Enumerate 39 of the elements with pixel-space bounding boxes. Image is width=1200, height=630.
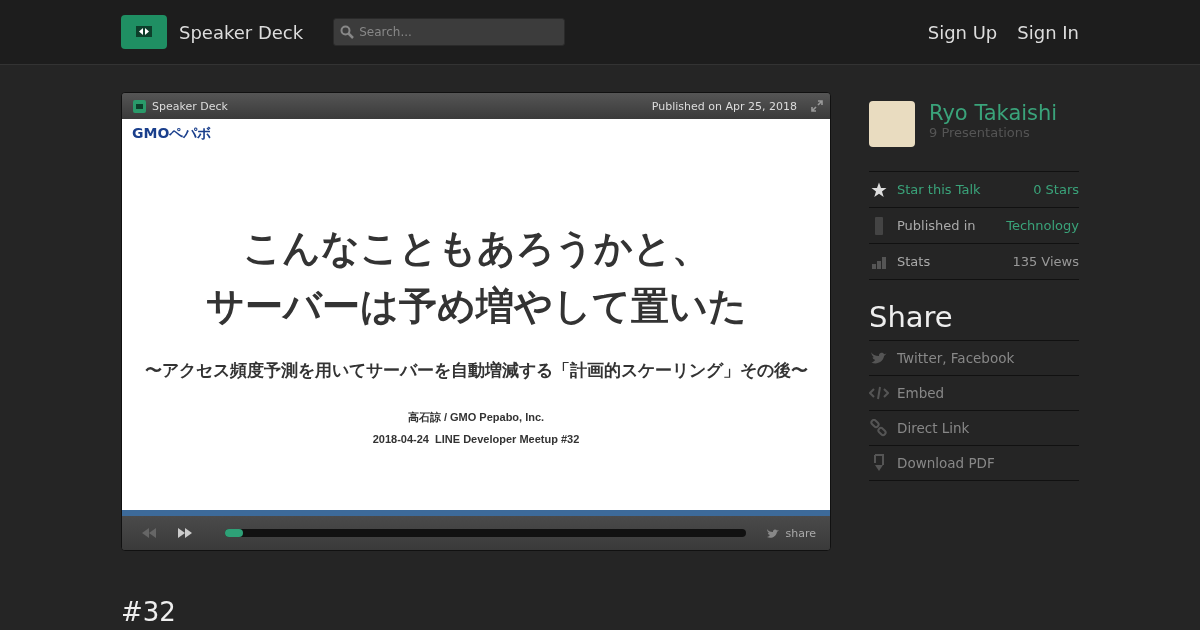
meta-label: Published in [897,218,977,233]
view-count: 135 Views [1012,254,1079,269]
fast-forward-icon[interactable] [177,527,193,539]
slide-subtitle: 〜アクセス頻度予測を用いてサーバーを自動増減する「計画的スケーリング」その後〜 [144,360,808,382]
share-option[interactable]: Twitter, Facebook [897,350,1015,366]
slide-title: サーバーは予め増やして置いた [205,284,747,329]
category-link[interactable]: Technology [1006,218,1079,233]
star-link[interactable]: Star this Talk [897,182,1024,197]
bird-icon [765,527,780,539]
star-icon[interactable] [871,181,887,198]
player-brand[interactable]: Speaker Deck [152,99,228,113]
slide-author: 高石諒 / GMO Pepabo, Inc. [407,410,545,425]
author-name[interactable]: Ryo Takaishi [929,101,1058,125]
star-count: 0 Stars [1033,182,1079,197]
share-heading: Share [869,300,1079,341]
logo-icon[interactable] [121,15,167,49]
link-icon [869,419,889,437]
nav-link[interactable]: Sign Up [927,21,998,43]
publish-date: Published on Apr 25, 2018 [651,99,797,113]
fullscreen-icon[interactable] [811,100,823,112]
site-name[interactable]: Speaker Deck [179,21,304,43]
share-option[interactable]: Embed [897,385,945,401]
progress-thumb[interactable] [225,529,243,537]
talk-title: #32 [121,597,177,627]
search-icon [340,25,355,39]
share-link[interactable]: share [785,526,816,540]
share-option[interactable]: Direct Link [897,420,970,436]
bar-chart-icon [871,254,887,269]
slide-title: こんなこともあろうかと、 [241,226,711,271]
share-option[interactable]: Download PDF [897,455,995,471]
slide-logo: GMOペパボ [132,125,212,143]
progress-track[interactable] [225,529,746,537]
slide-event: 2018-04-24 LINE Developer Meetup #32 [372,433,580,445]
nav-link[interactable]: Sign In [1017,21,1079,43]
code-icon [869,386,889,400]
logo-icon [133,99,146,113]
bird-icon [869,351,889,365]
search-field[interactable]: Search... [333,18,566,46]
meta-label: Stats [897,254,932,269]
